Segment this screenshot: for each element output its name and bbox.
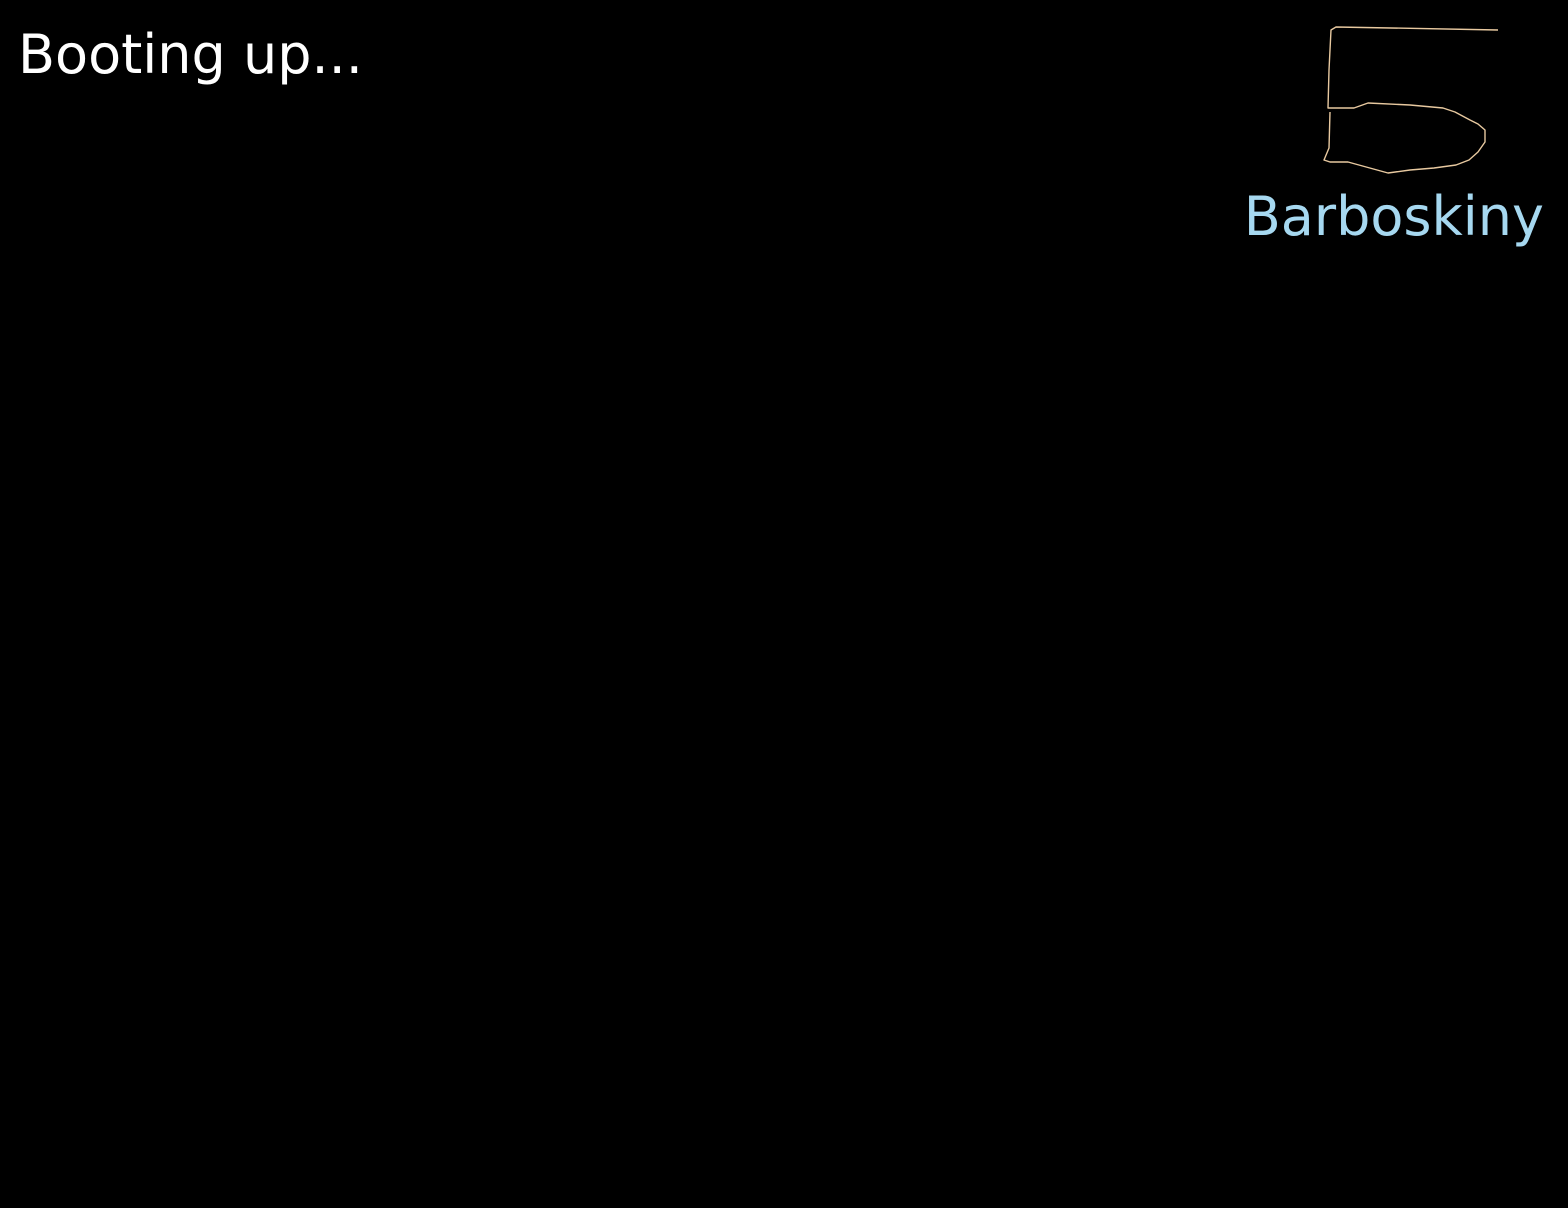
boot-screen: Booting up... Barboskiny [0,0,1568,1208]
brand-name: Barboskiny [1243,185,1544,248]
stylized-five-logo-icon [1323,26,1499,174]
brand-logo: Barboskiny [1238,0,1568,270]
boot-status-text: Booting up... [18,23,363,86]
